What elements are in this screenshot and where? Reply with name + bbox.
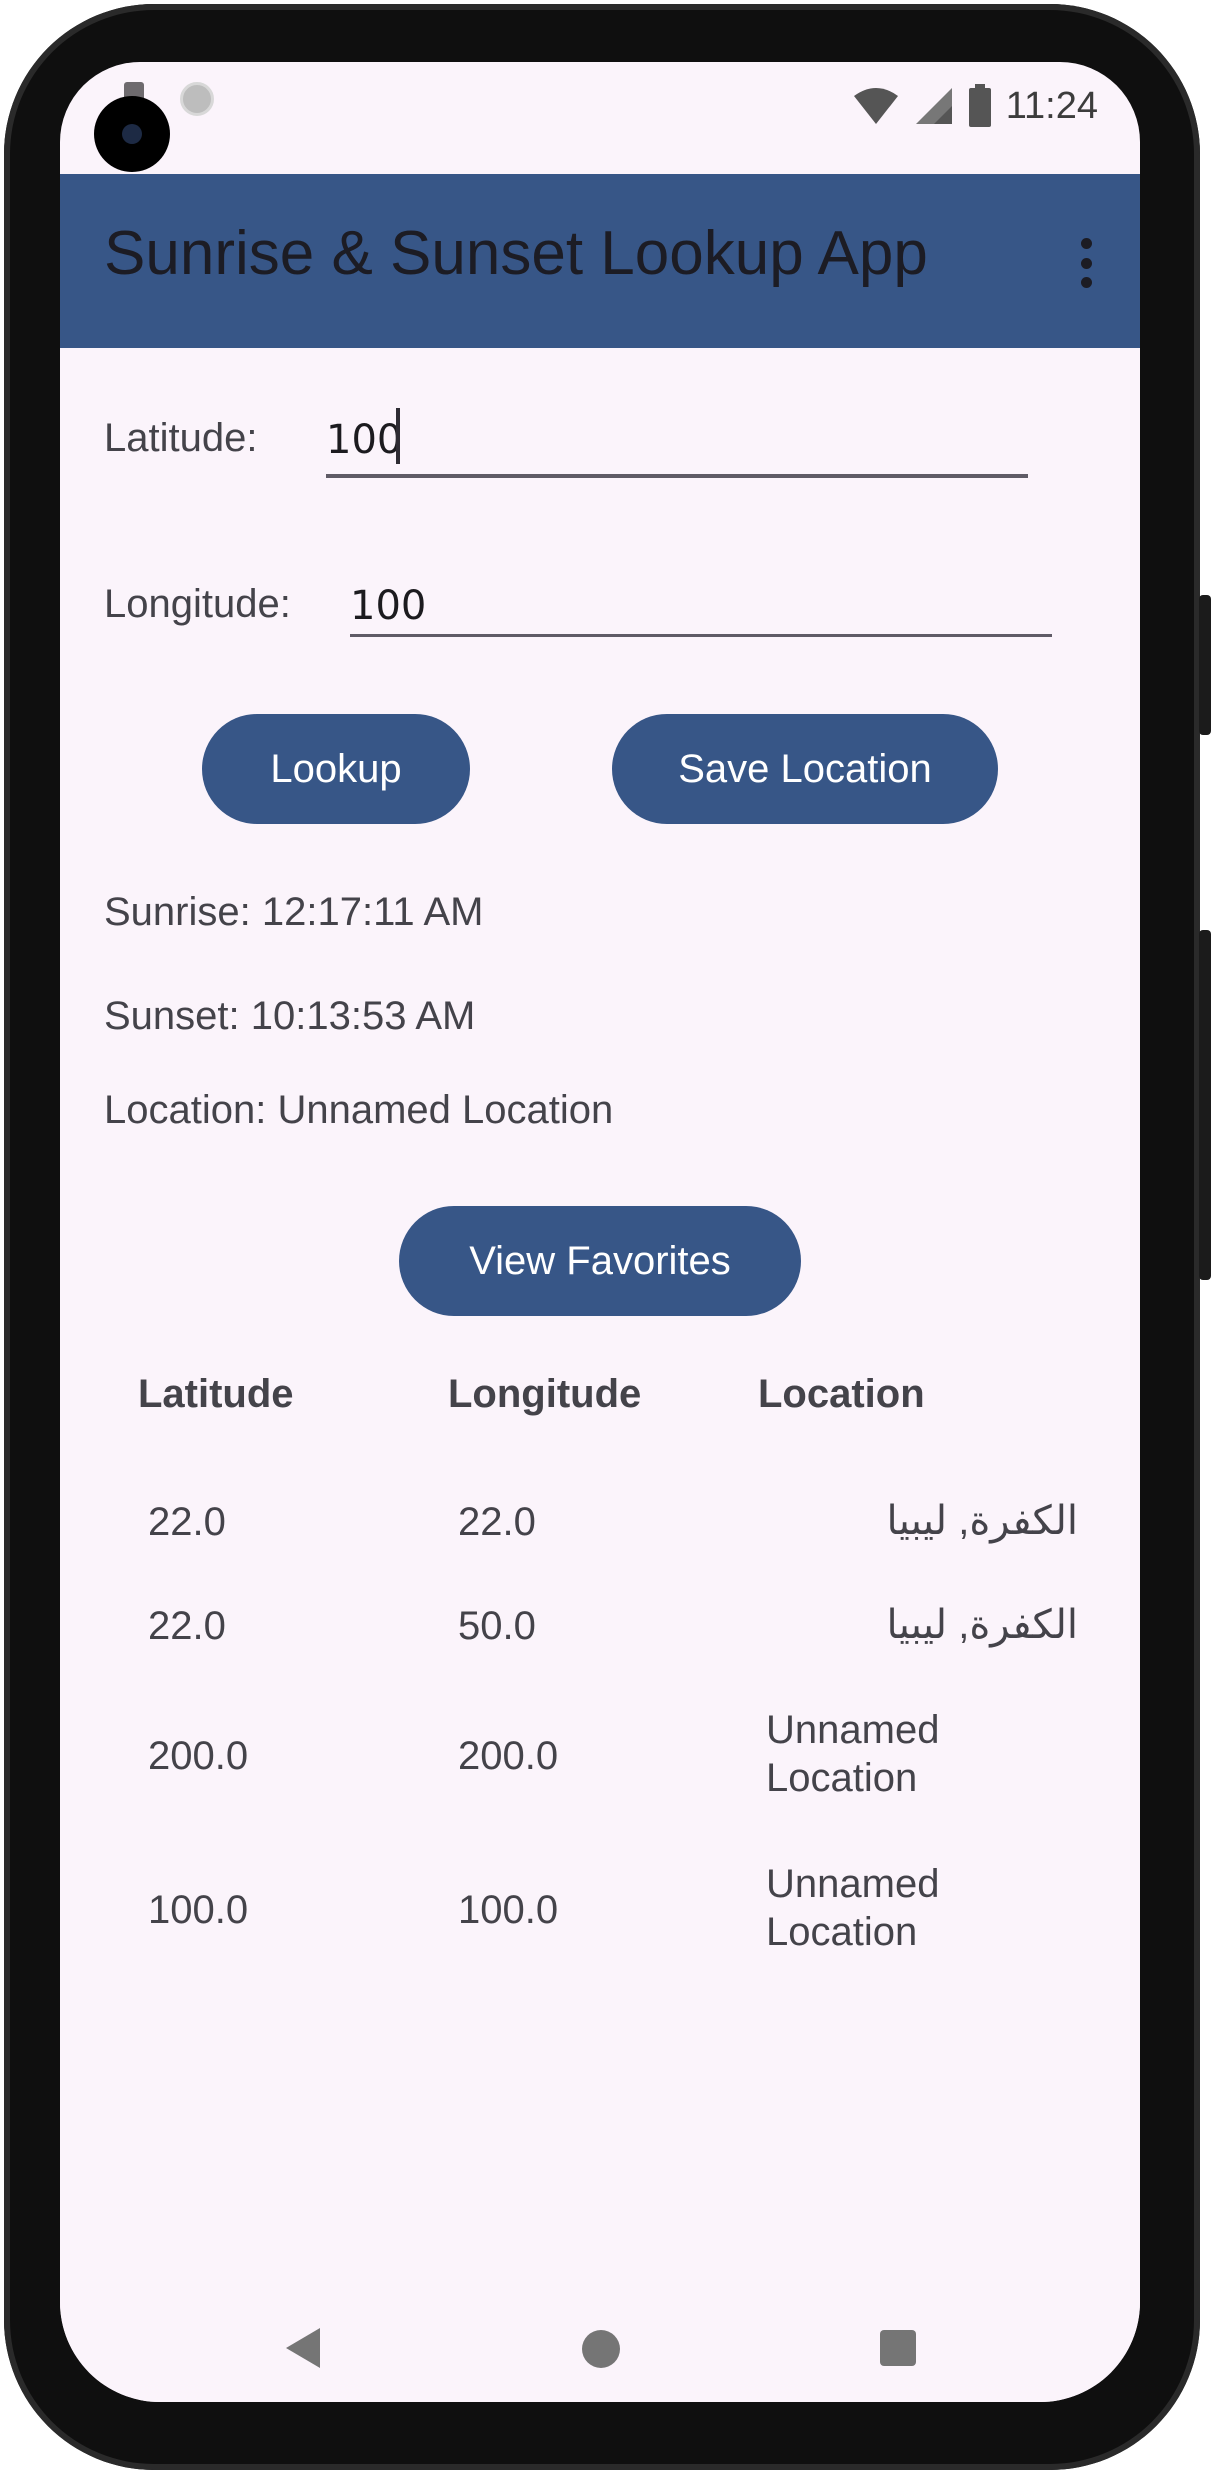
column-header-longitude: Longitude	[448, 1372, 642, 1416]
sunset-text: Sunset: 10:13:53 AM	[104, 994, 476, 1038]
longitude-underline	[350, 634, 1052, 637]
table-cell-latitude: 200.0	[148, 1734, 249, 1778]
table-cell-longitude: 100.0	[458, 1888, 559, 1932]
save-location-button[interactable]: Save Location	[612, 714, 998, 824]
recents-icon[interactable]	[880, 2330, 916, 2366]
table-cell-longitude: 200.0	[458, 1734, 559, 1778]
table-cell-location: الكفرة, ليبيا	[886, 1499, 1078, 1543]
camera-icon	[94, 96, 170, 172]
app-title: Sunrise & Sunset Lookup App	[104, 219, 928, 288]
volume-button	[1199, 930, 1211, 1280]
view-favorites-button[interactable]: View Favorites	[399, 1206, 801, 1316]
latitude-input[interactable]	[326, 412, 746, 468]
column-header-location: Location	[758, 1372, 925, 1416]
table-cell-latitude: 22.0	[148, 1604, 226, 1648]
table-cell-latitude: 100.0	[148, 1888, 249, 1932]
back-icon[interactable]	[286, 2328, 320, 2368]
signal-icon	[915, 88, 952, 124]
text-caret	[396, 408, 400, 464]
table-cell-location: الكفرة, ليبيا	[886, 1603, 1078, 1647]
table-cell-longitude: 22.0	[458, 1500, 536, 1544]
table-cell-latitude: 22.0	[148, 1500, 226, 1544]
column-header-latitude: Latitude	[138, 1372, 294, 1416]
longitude-label: Longitude:	[104, 582, 291, 626]
more-vert-icon[interactable]	[1078, 238, 1094, 288]
wifi-icon	[853, 88, 898, 124]
app-bar: Sunrise & Sunset Lookup App	[60, 174, 1140, 348]
home-icon[interactable]	[582, 2330, 620, 2368]
table-cell-longitude: 50.0	[458, 1604, 536, 1648]
status-icons: 11:24	[852, 76, 1098, 136]
power-button	[1199, 595, 1211, 735]
navigation-bar	[60, 2272, 1140, 2402]
sunrise-text: Sunrise: 12:17:11 AM	[104, 890, 484, 934]
latitude-underline	[326, 474, 1028, 478]
longitude-input[interactable]	[350, 578, 770, 634]
latitude-label: Latitude:	[104, 416, 258, 460]
location-text: Location: Unnamed Location	[104, 1088, 614, 1132]
table-cell-location: Unnamed Location	[766, 1862, 940, 1954]
status-bar: 11:24	[60, 62, 1140, 174]
screen: 11:24 Sunrise & Sunset Lookup App Latitu…	[60, 62, 1140, 2402]
status-time: 11:24	[1005, 84, 1098, 127]
sync-icon	[180, 82, 214, 116]
table-cell-location: Unnamed Location	[766, 1708, 940, 1800]
lookup-button[interactable]: Lookup	[202, 714, 470, 824]
battery-icon	[968, 84, 991, 127]
